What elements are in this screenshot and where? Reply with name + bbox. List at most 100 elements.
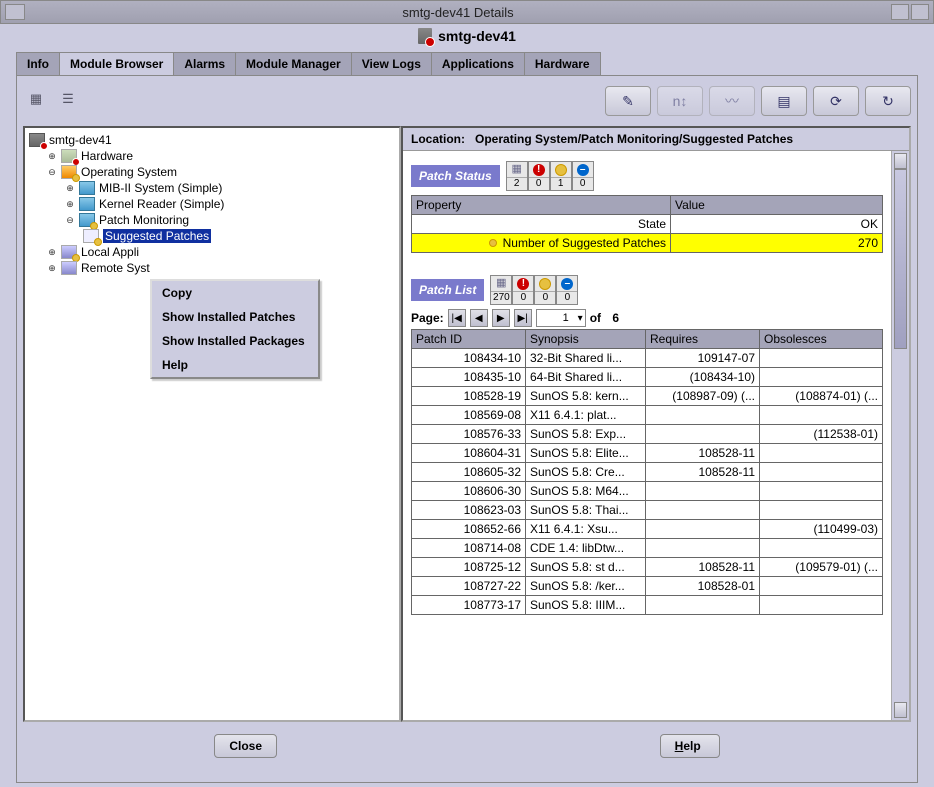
ctx-help[interactable]: Help [152,353,318,377]
table-button[interactable]: ▤ [761,86,807,116]
window-menu-button[interactable] [5,4,25,20]
patch-list-table: Patch ID Synopsis Requires Obsolesces 10… [411,329,883,615]
cell-requires [646,501,760,520]
list-badges: ▦270 !0 0 –0 [490,275,578,305]
refresh-button[interactable]: ⟳ [813,86,859,116]
expander-icon[interactable]: ⊕ [65,183,75,193]
table-row[interactable]: 108435-1064-Bit Shared li...(108434-10) [412,368,883,387]
col-value: Value [671,196,883,215]
table-row[interactable]: 108605-32SunOS 5.8: Cre...108528-11 [412,463,883,482]
cell-obsolesces [760,463,883,482]
tab-applications[interactable]: Applications [432,52,525,75]
tree-node-remote[interactable]: ⊕ Remote Syst [47,260,395,276]
cell-obsolesces: (110499-03) [760,520,883,539]
cell-obsolesces [760,406,883,425]
table-row[interactable]: 108652-66X11 6.4.1: Xsu...(110499-03) [412,520,883,539]
scrollbar-thumb[interactable] [894,169,907,349]
warning-dot-icon [489,239,497,247]
tree-node-localapps[interactable]: ⊕ Local Appli [47,244,395,260]
module-tree[interactable]: smtg-dev41 ⊕ Hardware [29,132,395,276]
cell-patchid: 108727-22 [412,577,526,596]
tab-hardware[interactable]: Hardware [525,52,601,75]
first-page-button[interactable]: |◀ [448,309,466,327]
col-synopsis[interactable]: Synopsis [526,330,646,349]
cell-synopsis: SunOS 5.8: M64... [526,482,646,501]
tab-module-manager[interactable]: Module Manager [236,52,352,75]
tree-node-kernel[interactable]: ⊕ Kernel Reader (Simple) [65,196,395,212]
cell-requires [646,425,760,444]
tree-node-suggested[interactable]: Suggested Patches [83,228,395,244]
tree-node-os[interactable]: ⊖ Operating System [47,164,395,180]
cell-synopsis: SunOS 5.8: Cre... [526,463,646,482]
table-icon [83,229,99,243]
chart-button[interactable]: 〰 [709,86,755,116]
remote-icon [61,261,77,275]
maximize-button[interactable] [911,4,929,20]
vertical-scrollbar[interactable] [891,151,909,720]
col-requires[interactable]: Requires [646,330,760,349]
tab-alarms[interactable]: Alarms [174,52,236,75]
tree-node-patchmon[interactable]: ⊖ Patch Monitoring [65,212,395,228]
cell-obsolesces [760,577,883,596]
expander-icon[interactable]: ⊕ [47,247,57,257]
status-badges: ▦2 !0 1 –0 [506,161,594,191]
table-row[interactable]: 108434-1032-Bit Shared li...109147-07 [412,349,883,368]
close-button[interactable]: Close [214,734,277,758]
table-row[interactable]: 108773-17SunOS 5.8: IIIM... [412,596,883,615]
context-menu: Copy Show Installed Patches Show Install… [150,279,320,379]
table-row[interactable]: 108727-22SunOS 5.8: /ker...108528-01 [412,577,883,596]
cell-obsolesces [760,349,883,368]
col-patchid[interactable]: Patch ID [412,330,526,349]
details-window: smtg-dev41 Details smtg-dev41 Info Modul… [0,0,934,787]
table-row[interactable]: 108725-12SunOS 5.8: st d...108528-11(109… [412,558,883,577]
tab-view-logs[interactable]: View Logs [352,52,432,75]
cell-patchid: 108623-03 [412,501,526,520]
page-select[interactable]: 1 [536,309,586,327]
prev-page-button[interactable]: ◀ [470,309,488,327]
table-row[interactable]: Number of Suggested Patches 270 [412,234,883,253]
table-row[interactable]: State OK [412,215,883,234]
cell-requires: (108434-10) [646,368,760,387]
col-obsolesces[interactable]: Obsolesces [760,330,883,349]
cell-synopsis: SunOS 5.8: Exp... [526,425,646,444]
graph-button[interactable]: n↕ [657,86,703,116]
expander-icon[interactable]: ⊕ [47,151,57,161]
module-icon [79,213,95,227]
cell-synopsis: SunOS 5.8: IIIM... [526,596,646,615]
cell-patchid: 108604-31 [412,444,526,463]
table-row[interactable]: 108604-31SunOS 5.8: Elite...108528-11 [412,444,883,463]
host-icon [418,28,432,44]
grid-icon: ▦ [496,278,506,289]
next-page-button[interactable]: ▶ [492,309,510,327]
expander-icon[interactable]: ⊕ [47,263,57,273]
tree-node-mib2[interactable]: ⊕ MIB-II System (Simple) [65,180,395,196]
cell-obsolesces [760,482,883,501]
tree-node-hardware[interactable]: ⊕ Hardware [47,148,395,164]
pager-of: of [590,311,601,325]
tree-node-root[interactable]: smtg-dev41 [29,132,395,148]
table-row[interactable]: 108576-33SunOS 5.8: Exp...(112538-01) [412,425,883,444]
edit-button[interactable]: ✎ [605,86,651,116]
cell-requires [646,520,760,539]
ctx-show-patches[interactable]: Show Installed Patches [152,305,318,329]
cell-requires: 109147-07 [646,349,760,368]
help-button[interactable]: Help [660,734,720,758]
collapse-icon[interactable]: ⊖ [65,215,75,225]
table-row[interactable]: 108528-19SunOS 5.8: kern...(108987-09) (… [412,387,883,406]
expander-icon[interactable]: ⊕ [65,199,75,209]
tab-info[interactable]: Info [16,52,60,75]
tab-module-browser[interactable]: Module Browser [60,52,174,75]
minimize-button[interactable] [891,4,909,20]
table-row[interactable]: 108714-08CDE 1.4: libDtw... [412,539,883,558]
ctx-show-packages[interactable]: Show Installed Packages [152,329,318,353]
options-icon[interactable]: ☰ [55,86,81,112]
module-icon[interactable]: ▦ [23,86,49,112]
table-row[interactable]: 108569-08X11 6.4.1: plat... [412,406,883,425]
ctx-copy[interactable]: Copy [152,281,318,305]
last-page-button[interactable]: ▶| [514,309,532,327]
reload-button[interactable]: ↻ [865,86,911,116]
collapse-icon[interactable]: ⊖ [47,167,57,177]
table-row[interactable]: 108606-30SunOS 5.8: M64... [412,482,883,501]
table-row[interactable]: 108623-03SunOS 5.8: Thai... [412,501,883,520]
cell-synopsis: X11 6.4.1: plat... [526,406,646,425]
